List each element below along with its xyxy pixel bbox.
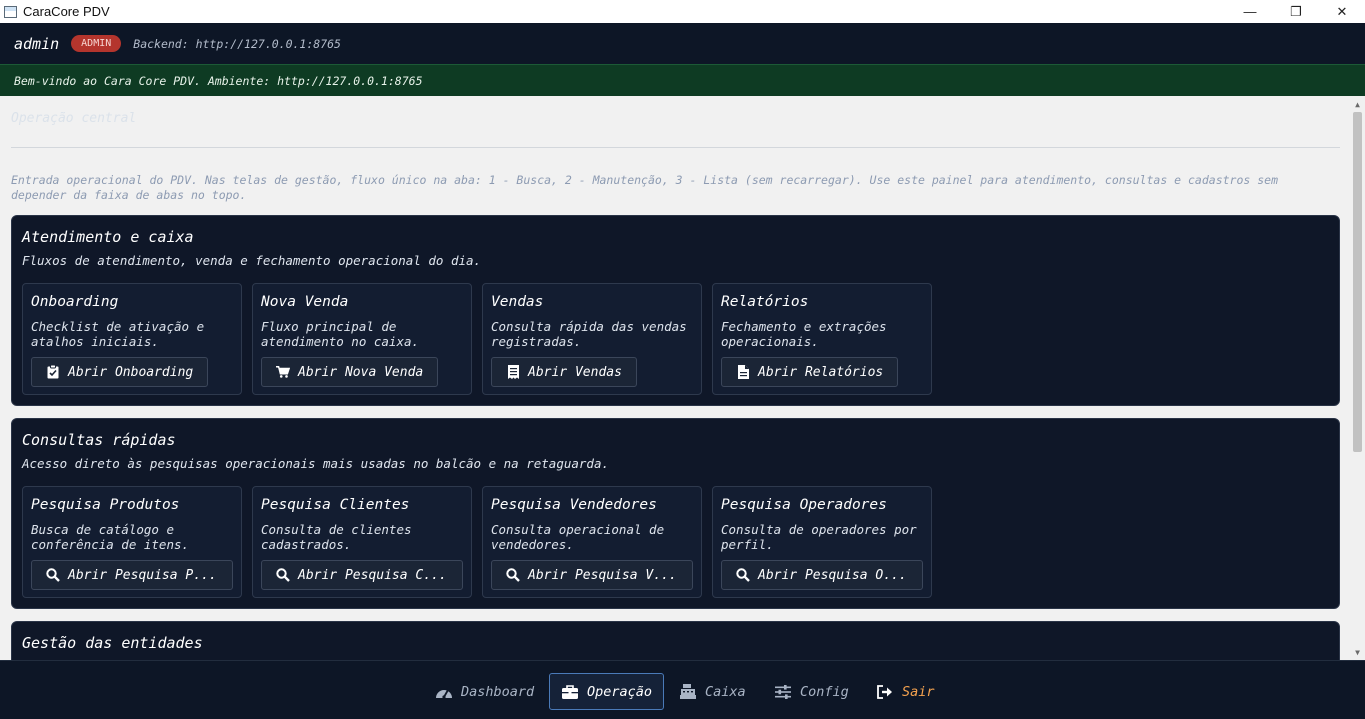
open-pesquisa-produtos-button[interactable]: Abrir Pesquisa P... — [31, 560, 233, 590]
card-desc: Busca de catálogo e conferência de itens… — [31, 522, 190, 552]
open-nova-venda-button[interactable]: Abrir Nova Venda — [261, 357, 439, 387]
card-title: Relatórios — [721, 294, 809, 310]
close-button[interactable]: ✕ — [1319, 0, 1365, 23]
card-pesquisa-operadores: Pesquisa Operadores Consulta de operador… — [712, 486, 932, 598]
open-pesquisa-operadores-button[interactable]: Abrir Pesquisa O... — [721, 560, 923, 590]
header-bar: admin ADMIN Backend: http://127.0.0.1:87… — [0, 23, 1365, 64]
welcome-banner: Bem-vindo ao Cara Core PDV. Ambiente: ht… — [0, 64, 1365, 96]
card-title: Pesquisa Operadores — [721, 497, 887, 513]
window-title: CaraCore PDV — [23, 4, 110, 19]
button-label: Abrir Pesquisa C... — [298, 567, 447, 583]
panel-title: Gestão das entidades — [22, 634, 203, 652]
backend-url: Backend: http://127.0.0.1:8765 — [133, 36, 341, 51]
nav-sair[interactable]: Sair — [865, 673, 946, 710]
panel-subtitle: Fluxos de atendimento, venda e fechament… — [22, 253, 482, 268]
card-onboarding: Onboarding Checklist de ativação e atalh… — [22, 283, 242, 395]
nav-config[interactable]: Config — [763, 673, 860, 710]
button-label: Abrir Pesquisa O... — [758, 567, 907, 583]
nav-label: Sair — [902, 683, 935, 700]
button-label: Abrir Onboarding — [68, 364, 194, 380]
open-pesquisa-clientes-button[interactable]: Abrir Pesquisa C... — [261, 560, 463, 590]
nav-label: Config — [800, 683, 849, 700]
open-pesquisa-vendedores-button[interactable]: Abrir Pesquisa V... — [491, 560, 693, 590]
document-icon — [736, 365, 750, 379]
scroll-thumb[interactable] — [1353, 112, 1362, 452]
panel-atendimento: Atendimento e caixa Fluxos de atendiment… — [11, 215, 1340, 406]
button-label: Abrir Nova Venda — [298, 364, 424, 380]
panel-consultas: Consultas rápidas Acesso direto às pesqu… — [11, 418, 1340, 609]
role-badge: ADMIN — [71, 35, 122, 52]
card-title: Pesquisa Produtos — [31, 497, 180, 513]
search-icon — [46, 568, 60, 582]
divider — [11, 147, 1340, 148]
open-onboarding-button[interactable]: Abrir Onboarding — [31, 357, 209, 387]
sliders-icon — [774, 684, 792, 700]
card-pesquisa-produtos: Pesquisa Produtos Busca de catálogo e co… — [22, 486, 242, 598]
scroll-down-icon[interactable]: ▼ — [1350, 645, 1365, 659]
nav-operacao[interactable]: Operação — [549, 673, 665, 710]
page-title: Operação central — [11, 111, 137, 126]
button-label: Abrir Vendas — [528, 364, 622, 380]
card-desc: Fluxo principal de atendimento no caixa. — [261, 319, 420, 349]
card-title: Vendas — [491, 294, 544, 310]
button-label: Abrir Pesquisa P... — [68, 567, 217, 583]
button-label: Abrir Relatórios — [758, 364, 884, 380]
card-pesquisa-vendedores: Pesquisa Vendedores Consulta operacional… — [482, 486, 702, 598]
open-relatorios-button[interactable]: Abrir Relatórios — [721, 357, 899, 387]
window-controls: — ❐ ✕ — [1227, 0, 1365, 23]
panel-title: Consultas rápidas — [22, 431, 176, 449]
minimize-button[interactable]: — — [1227, 0, 1273, 23]
scroll-up-icon[interactable]: ▲ — [1350, 97, 1365, 111]
main-content[interactable]: Operação central Entrada operacional do … — [0, 96, 1350, 660]
briefcase-icon — [561, 684, 579, 700]
nav-label: Caixa — [705, 683, 746, 700]
clipboard-check-icon — [46, 365, 60, 379]
cart-icon — [276, 365, 290, 379]
card-desc: Consulta de operadores por perfil. — [721, 522, 917, 552]
card-vendas: Vendas Consulta rápida das vendas regist… — [482, 283, 702, 395]
card-title: Pesquisa Vendedores — [491, 497, 657, 513]
panel-gestao: Gestão das entidades — [11, 621, 1340, 660]
button-label: Abrir Pesquisa V... — [528, 567, 677, 583]
card-title: Nova Venda — [261, 294, 349, 310]
nav-caixa[interactable]: Caixa — [668, 673, 757, 710]
card-desc: Consulta operacional de vendedores. — [491, 522, 665, 552]
receipt-icon — [506, 365, 520, 379]
intro-text: Entrada operacional do PDV. Nas telas de… — [11, 173, 1279, 202]
logout-icon — [876, 684, 894, 700]
nav-dashboard[interactable]: Dashboard — [424, 673, 545, 710]
cash-register-icon — [679, 684, 697, 700]
card-desc: Consulta rápida das vendas registradas. — [491, 319, 687, 349]
gauge-icon — [435, 684, 453, 700]
bottom-nav: Dashboard Operação Caixa Config Sair — [0, 660, 1365, 719]
nav-label: Dashboard — [461, 683, 535, 700]
window-titlebar: CaraCore PDV — ❐ ✕ — [0, 0, 1365, 23]
nav-label: Operação — [587, 683, 653, 700]
card-pesquisa-clientes: Pesquisa Clientes Consulta de clientes c… — [252, 486, 472, 598]
card-title: Pesquisa Clientes — [261, 497, 410, 513]
panel-subtitle: Acesso direto às pesquisas operacionais … — [22, 456, 609, 471]
search-icon — [736, 568, 750, 582]
vertical-scrollbar[interactable]: ▲ ▼ — [1350, 96, 1365, 660]
panel-title: Atendimento e caixa — [22, 228, 194, 246]
maximize-button[interactable]: ❐ — [1273, 0, 1319, 23]
card-nova-venda: Nova Venda Fluxo principal de atendiment… — [252, 283, 472, 395]
search-icon — [276, 568, 290, 582]
app-icon — [4, 5, 17, 18]
card-desc: Fechamento e extrações operacionais. — [721, 319, 887, 349]
search-icon — [506, 568, 520, 582]
card-desc: Checklist de ativação e atalhos iniciais… — [31, 319, 205, 349]
card-desc: Consulta de clientes cadastrados. — [261, 522, 412, 552]
card-relatorios: Relatórios Fechamento e extrações operac… — [712, 283, 932, 395]
open-vendas-button[interactable]: Abrir Vendas — [491, 357, 637, 387]
user-name: admin — [14, 34, 60, 53]
card-title: Onboarding — [31, 294, 119, 310]
